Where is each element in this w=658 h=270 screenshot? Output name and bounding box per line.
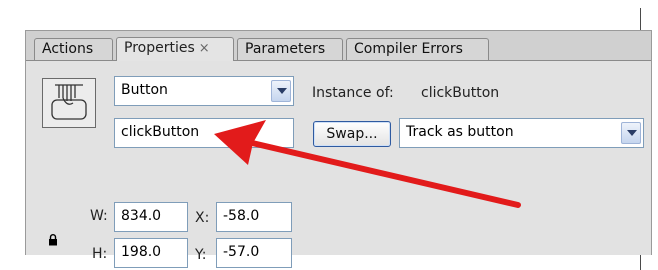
tab-label: Actions xyxy=(42,41,94,57)
chevron-down-icon[interactable] xyxy=(621,122,641,144)
x-label: X: xyxy=(195,210,210,226)
button-symbol-icon xyxy=(42,78,96,128)
instance-of-label: Instance of: xyxy=(312,85,394,101)
y-value: -57.0 xyxy=(223,244,260,260)
background-edge-line-bottom xyxy=(640,255,641,270)
track-as-select[interactable]: Track as button xyxy=(399,118,644,148)
width-value: 834.0 xyxy=(121,208,162,224)
instance-name-value: clickButton xyxy=(121,124,200,140)
background-edge-line-top xyxy=(640,8,641,30)
tab-properties[interactable]: Properties × xyxy=(116,37,234,61)
properties-panel: Actions Properties × Parameters Compiler … xyxy=(25,30,652,268)
tab-label: Parameters xyxy=(245,41,326,57)
height-value: 198.0 xyxy=(121,244,162,260)
chevron-down-icon[interactable] xyxy=(271,80,291,102)
tab-label: Compiler Errors xyxy=(354,41,463,57)
swap-button[interactable]: Swap... xyxy=(313,121,391,147)
y-label: Y: xyxy=(195,247,207,263)
width-label: W: xyxy=(90,208,108,224)
width-input[interactable]: 834.0 xyxy=(114,202,188,232)
tab-parameters[interactable]: Parameters xyxy=(237,38,343,60)
height-input[interactable]: 198.0 xyxy=(114,238,188,268)
x-value: -58.0 xyxy=(223,208,260,224)
tab-label: Properties xyxy=(124,40,195,56)
properties-content: Button Instance of: clickButton clickBut… xyxy=(26,61,651,268)
instance-of-value: clickButton xyxy=(421,85,500,101)
instance-name-input[interactable]: clickButton xyxy=(114,118,294,148)
x-input[interactable]: -58.0 xyxy=(216,202,292,232)
tab-compiler-errors[interactable]: Compiler Errors xyxy=(346,38,489,60)
height-label: H: xyxy=(92,246,108,262)
symbol-type-value: Button xyxy=(121,82,168,98)
close-icon[interactable]: × xyxy=(199,41,210,56)
track-as-value: Track as button xyxy=(406,124,514,140)
tab-actions[interactable]: Actions xyxy=(34,38,113,60)
symbol-type-select[interactable]: Button xyxy=(114,76,294,106)
y-input[interactable]: -57.0 xyxy=(216,238,292,268)
swap-button-label: Swap... xyxy=(326,126,378,142)
panel-tab-bar: Actions Properties × Parameters Compiler … xyxy=(26,31,651,61)
lock-icon[interactable] xyxy=(48,231,58,246)
